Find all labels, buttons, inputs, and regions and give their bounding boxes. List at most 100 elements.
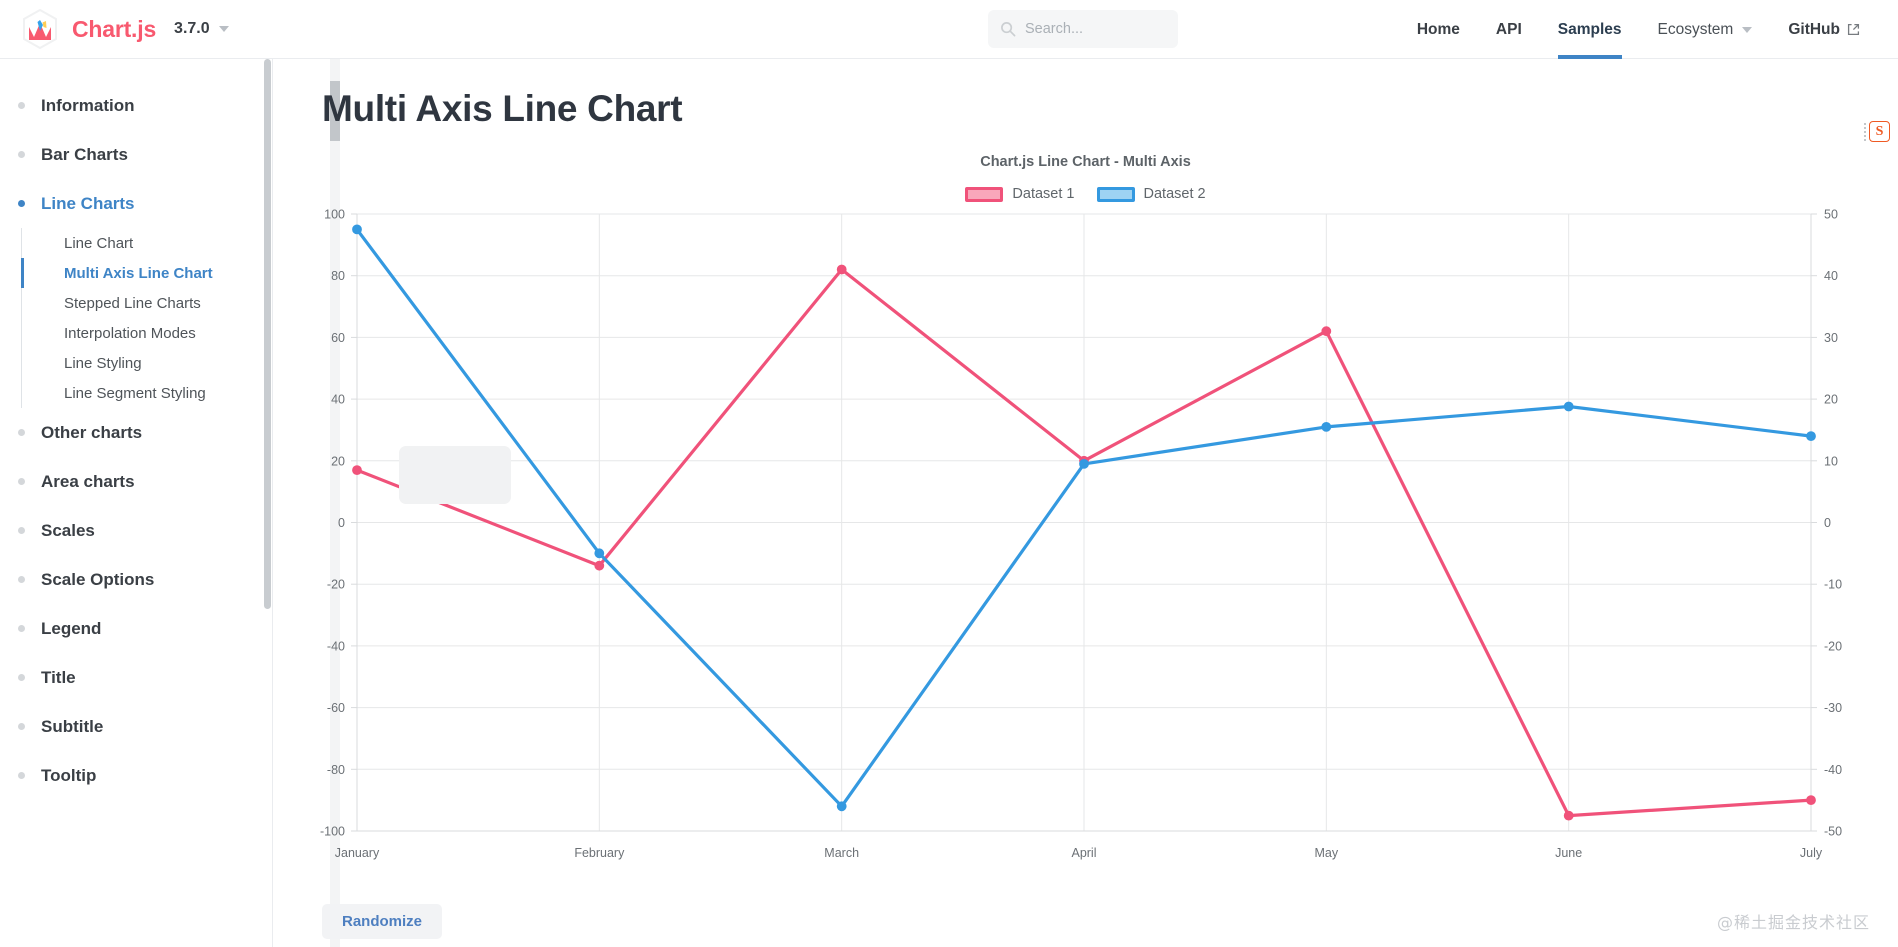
main-content: Multi Axis Line Chart S Chart.js Line Ch…: [273, 59, 1898, 947]
svg-text:20: 20: [1824, 393, 1838, 407]
sidebar-item-line-styling[interactable]: Line Styling: [47, 348, 272, 378]
bullet-icon: [18, 527, 25, 534]
nav-link-samples[interactable]: Samples: [1540, 0, 1640, 59]
nav-link-github[interactable]: GitHub: [1770, 0, 1878, 59]
legend-label-dataset-1: Dataset 1: [1012, 186, 1075, 202]
sidebar-group-label: Scale Options: [41, 569, 155, 589]
sidebar-item-interpolation-modes[interactable]: Interpolation Modes: [47, 318, 272, 348]
sidebar: Information Bar Charts Line Charts Line …: [0, 59, 273, 947]
search-input[interactable]: [1025, 21, 1165, 37]
chart-container: Chart.js Line Chart - Multi Axis Dataset…: [273, 144, 1898, 944]
chart-title: Chart.js Line Chart - Multi Axis: [980, 154, 1191, 170]
bullet-icon: [18, 102, 25, 109]
sidebar-item-multi-axis-line-chart[interactable]: Multi Axis Line Chart: [21, 258, 272, 288]
nav-link-api-label: API: [1495, 20, 1522, 38]
sogou-extension-icon[interactable]: S: [1869, 121, 1890, 142]
svg-text:-30: -30: [1824, 701, 1842, 715]
sidebar-group-other-charts[interactable]: Other charts: [0, 408, 272, 457]
sidebar-group-title[interactable]: Title: [0, 653, 272, 702]
sidebar-scrollbar-thumb[interactable]: [264, 59, 271, 609]
bullet-icon: [18, 772, 25, 779]
svg-text:-10: -10: [1824, 578, 1842, 592]
sidebar-group-label: Title: [41, 667, 76, 687]
chartjs-hex-logo-icon: [22, 9, 58, 49]
sidebar-group-label: Scales: [41, 520, 95, 540]
nav-link-github-label: GitHub: [1788, 20, 1840, 38]
nav-links: Home API Samples Ecosystem GitHub: [1399, 0, 1878, 59]
sidebar-item-label: Interpolation Modes: [64, 324, 196, 342]
top-navbar: Chart.js 3.7.0 Home API Samples Ecosyste…: [0, 0, 1898, 59]
svg-text:-80: -80: [327, 763, 345, 777]
drag-handle-icon: [1864, 122, 1866, 141]
sidebar-item-label: Multi Axis Line Chart: [64, 264, 213, 282]
page-title: Multi Axis Line Chart: [322, 88, 683, 129]
svg-text:0: 0: [338, 516, 345, 530]
sidebar-group-area-charts[interactable]: Area charts: [0, 457, 272, 506]
bullet-icon: [18, 576, 25, 583]
chevron-down-icon[interactable]: [218, 26, 229, 32]
nav-link-home-label: Home: [1416, 20, 1460, 38]
bullet-icon: [18, 723, 25, 730]
sidebar-item-line-chart[interactable]: Line Chart: [47, 228, 272, 258]
svg-text:50: 50: [1824, 208, 1838, 222]
svg-text:-100: -100: [320, 825, 345, 839]
svg-text:May: May: [1315, 846, 1339, 860]
sidebar-group-legend[interactable]: Legend: [0, 604, 272, 653]
brand[interactable]: Chart.js 3.7.0: [22, 9, 229, 49]
svg-text:40: 40: [1824, 269, 1838, 283]
svg-text:-20: -20: [327, 578, 345, 592]
svg-text:-60: -60: [327, 701, 345, 715]
svg-text:April: April: [1071, 846, 1096, 860]
svg-text:0: 0: [1824, 516, 1831, 530]
sidebar-group-label: Information: [41, 95, 135, 115]
sidebar-group-label: Other charts: [41, 422, 143, 442]
sidebar-subitems-line-charts: Line Chart Multi Axis Line Chart Stepped…: [21, 228, 272, 408]
svg-text:30: 30: [1824, 331, 1838, 345]
bullet-icon: [18, 151, 25, 158]
sidebar-item-label: Line Chart: [64, 234, 134, 252]
chart-plot-area[interactable]: 100 80 60 40 20 0 -20 -40 -60 -80 -100 50 40 30 20 10 0-…: [273, 206, 1898, 906]
nav-link-api[interactable]: API: [1478, 0, 1540, 59]
search-box[interactable]: [988, 10, 1178, 48]
svg-text:-20: -20: [1824, 639, 1842, 653]
svg-text:100: 100: [324, 208, 345, 222]
sidebar-scrollbar[interactable]: [263, 59, 272, 947]
sidebar-group-bar-charts[interactable]: Bar Charts: [0, 130, 272, 179]
svg-text:March: March: [824, 846, 859, 860]
svg-text:-40: -40: [1824, 763, 1842, 777]
chart-svg: 100806040200-20-40-60-80-10050403020100-…: [320, 208, 1842, 861]
sidebar-group-line-charts[interactable]: Line Charts: [0, 179, 272, 228]
sidebar-item-label: Line Styling: [64, 354, 142, 372]
bullet-icon: [18, 429, 25, 436]
bullet-icon: [18, 200, 25, 207]
external-link-icon: [1847, 23, 1860, 36]
svg-text:January: January: [335, 846, 380, 860]
svg-text:February: February: [574, 846, 625, 860]
sidebar-group-label: Legend: [41, 618, 102, 638]
sidebar-group-subtitle[interactable]: Subtitle: [0, 702, 272, 751]
bullet-icon: [18, 478, 25, 485]
svg-text:20: 20: [331, 454, 345, 468]
legend-item-dataset-1[interactable]: Dataset 1: [965, 186, 1075, 202]
nav-link-ecosystem-label: Ecosystem: [1657, 20, 1734, 38]
svg-text:60: 60: [331, 331, 345, 345]
sidebar-group-information[interactable]: Information: [0, 81, 272, 130]
sidebar-item-line-segment-styling[interactable]: Line Segment Styling: [47, 378, 272, 408]
browser-extension-badge[interactable]: S: [1864, 121, 1890, 142]
legend-label-dataset-2: Dataset 2: [1143, 186, 1206, 202]
sidebar-group-tooltip[interactable]: Tooltip: [0, 751, 272, 800]
svg-text:-40: -40: [327, 639, 345, 653]
brand-version: 3.7.0: [174, 20, 210, 37]
brand-name: Chart.js: [72, 15, 157, 42]
sidebar-item-label: Stepped Line Charts: [64, 294, 201, 312]
sidebar-group-scales[interactable]: Scales: [0, 506, 272, 555]
sidebar-group-scale-options[interactable]: Scale Options: [0, 555, 272, 604]
randomize-button[interactable]: Randomize: [322, 904, 443, 939]
legend-item-dataset-2[interactable]: Dataset 2: [1096, 186, 1206, 202]
svg-text:June: June: [1555, 846, 1582, 860]
search-icon: [1000, 21, 1016, 37]
nav-link-ecosystem[interactable]: Ecosystem: [1640, 0, 1771, 59]
legend-swatch-dataset-2: [1096, 186, 1135, 202]
sidebar-item-stepped-line-charts[interactable]: Stepped Line Charts: [47, 288, 272, 318]
nav-link-home[interactable]: Home: [1399, 0, 1478, 59]
